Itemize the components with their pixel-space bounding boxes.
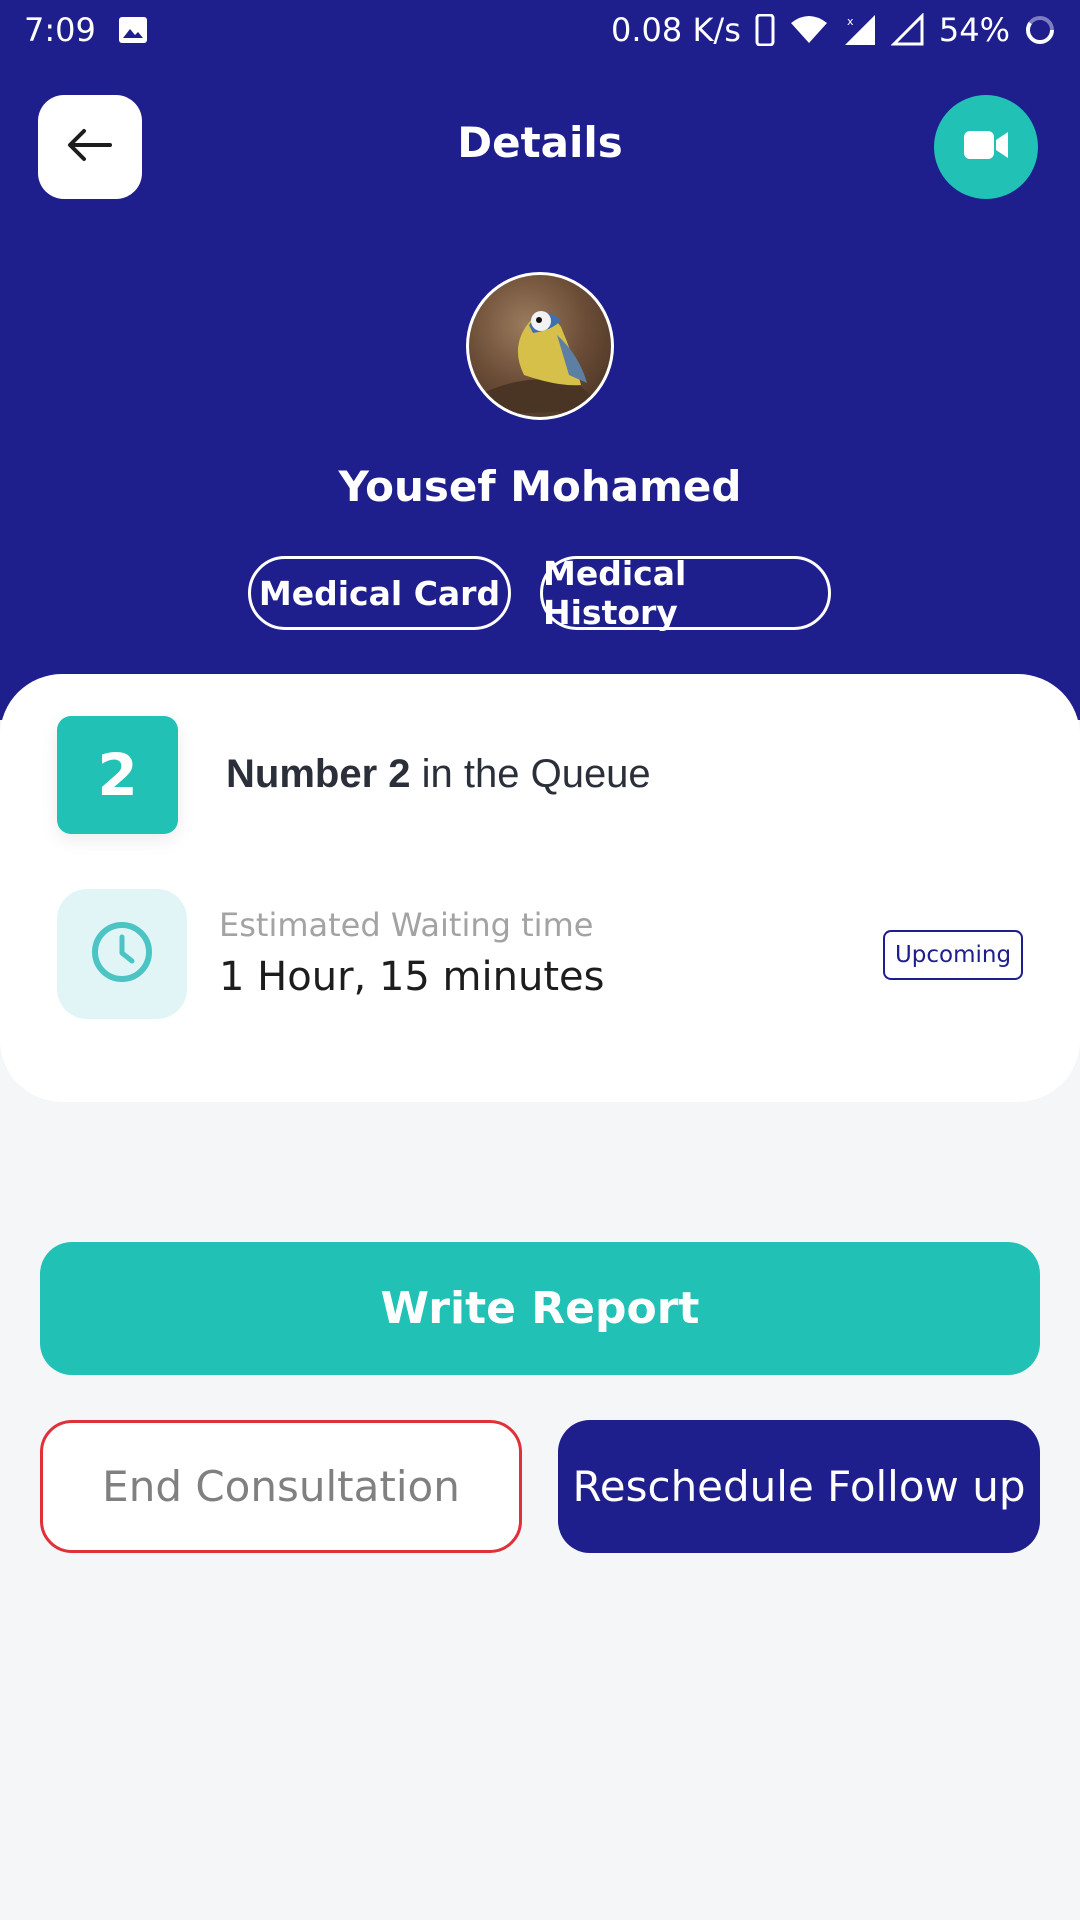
waiting-time-icon-box (57, 889, 187, 1019)
image-icon (118, 16, 148, 44)
phone-icon (755, 14, 775, 46)
page-title: Details (457, 118, 623, 167)
details-screen: 7:09 0.08 K/s x 54% Details Yousef Moham… (0, 0, 1080, 1920)
status-time: 7:09 (24, 11, 96, 49)
signal-icon: x (843, 13, 877, 47)
queue-position-rest: in the Queue (410, 752, 651, 796)
network-speed: 0.08 K/s (611, 11, 741, 49)
waiting-time-label: Estimated Waiting time (219, 906, 594, 944)
queue-position-bold: Number 2 (226, 752, 411, 796)
battery-ring-icon (1024, 14, 1056, 46)
queue-position-text: Number 2 in the Queue (226, 752, 651, 797)
bird-photo-icon (479, 311, 609, 415)
end-consultation-button[interactable]: End Consultation (40, 1420, 522, 1553)
battery-level: 54% (938, 11, 1010, 49)
write-report-button[interactable]: Write Report (40, 1242, 1040, 1375)
video-camera-icon (962, 128, 1010, 166)
medical-card-button[interactable]: Medical Card (248, 556, 511, 630)
signal-empty-icon (890, 13, 925, 47)
medical-history-button[interactable]: Medical History (540, 554, 831, 632)
status-badge: Upcoming (883, 930, 1023, 980)
wifi-icon (789, 15, 829, 45)
status-bar: 7:09 0.08 K/s x 54% (0, 0, 1080, 60)
queue-info-card: 2 Number 2 in the Queue Estimated Waitin… (0, 674, 1080, 1102)
video-call-button[interactable] (934, 95, 1038, 199)
patient-avatar (466, 272, 614, 420)
waiting-time-value: 1 Hour, 15 minutes (219, 954, 605, 1000)
patient-name: Yousef Mohamed (338, 462, 742, 511)
svg-text:x: x (847, 15, 854, 28)
reschedule-follow-up-button[interactable]: Reschedule Follow up (558, 1420, 1040, 1553)
clock-icon (89, 919, 155, 989)
queue-number-badge: 2 (57, 716, 178, 834)
